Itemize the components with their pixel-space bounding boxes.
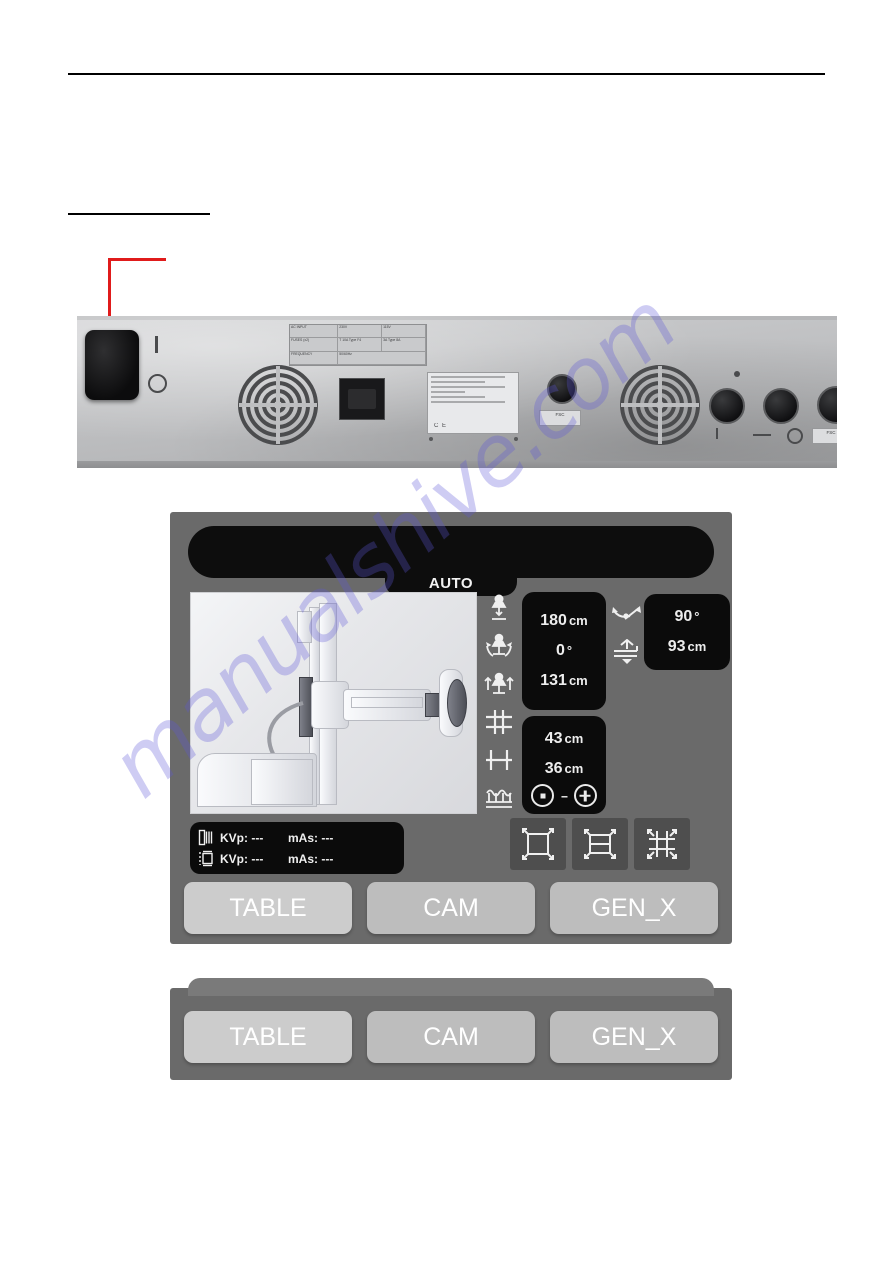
tab-table-detail[interactable]: TABLE	[184, 1011, 352, 1063]
collimator-format-3-button[interactable]	[634, 818, 690, 870]
circular-connector	[709, 388, 745, 424]
preview-tube-window	[447, 679, 467, 727]
callout-arrow-arm	[108, 258, 166, 261]
main-values-display: 180 cm 0 ° 131 cm	[522, 592, 606, 710]
fan-grille-icon	[237, 364, 319, 446]
stepper-dash: --	[560, 788, 568, 803]
plate-line	[431, 376, 505, 378]
tilt-angle-icon[interactable]	[610, 599, 644, 631]
kvp-label-1: KVp: ---	[220, 830, 264, 845]
mas-label-2: mAs: ---	[288, 851, 334, 866]
plate-line	[431, 396, 485, 398]
tube-rotation-icon[interactable]	[482, 630, 516, 662]
scatter-wave-icon[interactable]	[482, 782, 516, 814]
collimator-icon	[198, 829, 214, 846]
preview-arm-highlight	[351, 697, 423, 708]
connector-label: FSC	[539, 410, 581, 426]
rating-cell: 230V	[338, 325, 383, 339]
tube-lateral-icon[interactable]	[482, 668, 516, 700]
collimator-format-buttons	[510, 818, 690, 870]
rating-cell: AC INPUT	[290, 325, 339, 339]
panel-tab-row: TABLE CAM GEN_X	[184, 882, 718, 934]
tilt-values-display: 90 ° 93 cm	[644, 594, 730, 670]
preview-table-top	[251, 759, 313, 805]
connector-mark-o	[787, 428, 803, 444]
tab-row-detail-screenshot: TABLE CAM GEN_X	[170, 978, 732, 1080]
connector-label: FSC	[812, 428, 837, 444]
collimator-format-2-button[interactable]	[572, 818, 628, 870]
field-size-stepper: --	[522, 784, 606, 807]
mas-label-1: mAs: ---	[288, 830, 334, 845]
plate-screw	[514, 437, 518, 441]
kvp-label-2: KVp: ---	[220, 851, 264, 866]
rating-cell: 115V	[382, 325, 426, 339]
document-page: AC INPUT 230V 115V FUSES (x2) T 10A Type…	[0, 0, 893, 1263]
increase-button[interactable]	[573, 784, 597, 807]
rating-cell: FREQUENCY	[290, 351, 339, 365]
header-rule	[68, 73, 825, 75]
value-field-height: 36 cm	[544, 760, 584, 777]
power-on-mark-icon	[155, 336, 158, 353]
power-switch	[85, 330, 139, 400]
value-sid: 180 cm	[540, 612, 588, 629]
tab-gen-x-detail[interactable]: GEN_X	[550, 1011, 718, 1063]
value-tilt-angle: 90 °	[674, 608, 700, 625]
bucky-grid-icon[interactable]	[482, 706, 516, 738]
connector-mark-i	[716, 428, 718, 439]
panel-tab-row-detail: TABLE CAM GEN_X	[184, 1011, 718, 1063]
photo-bottom-edge	[77, 461, 837, 468]
rating-cell: T 10A Type F4	[338, 338, 383, 352]
detector-icon	[198, 850, 214, 867]
decrease-button[interactable]	[531, 784, 555, 807]
ac-power-inlet	[339, 378, 385, 420]
specification-plate: C E	[427, 372, 519, 434]
circular-connector	[547, 374, 577, 404]
rating-cell: 3A Type 8A	[382, 338, 426, 352]
tab-table[interactable]: TABLE	[184, 882, 352, 934]
indicator-led	[734, 371, 740, 377]
value-tilt-height: 93 cm	[667, 638, 707, 655]
plate-line	[431, 381, 485, 383]
rating-cell: 50/60Hz	[338, 351, 426, 365]
detail-panel-top-edge	[188, 978, 714, 996]
machine-preview-image	[190, 592, 477, 814]
exposure-row: KVp: --- mAs: ---	[198, 850, 396, 867]
plate-line	[431, 391, 465, 393]
tab-cam[interactable]: CAM	[367, 882, 535, 934]
ac-inlet-pins	[348, 389, 376, 409]
section-heading-rule	[68, 213, 210, 215]
rating-cell: FUSES (x2)	[290, 338, 339, 352]
plate-line	[431, 386, 505, 388]
exposure-readout: KVp: --- mAs: --- KVp: --- mAs: ---	[190, 822, 404, 874]
tilt-icon-column	[610, 596, 644, 670]
exposure-row: KVp: --- mAs: ---	[198, 829, 396, 846]
rear-panel-photo: AC INPUT 230V 115V FUSES (x2) T 10A Type…	[77, 316, 837, 468]
power-off-mark-icon	[148, 374, 167, 393]
minus-icon	[540, 793, 546, 798]
vertical-travel-icon[interactable]	[610, 636, 644, 668]
value-height: 131 cm	[540, 672, 588, 689]
preview-column-top	[297, 611, 312, 643]
tab-gen-x[interactable]: GEN_X	[550, 882, 718, 934]
table-bucky-icon[interactable]	[482, 744, 516, 776]
control-panel-screenshot: AUTO 180 cm 0 ° 131 cm 43 cm 36 cm -- 90…	[170, 512, 732, 944]
rating-label: AC INPUT 230V 115V FUSES (x2) T 10A Type…	[289, 324, 427, 366]
value-field-width: 43 cm	[544, 730, 584, 747]
circular-connector	[763, 388, 799, 424]
value-rotation: 0 °	[555, 642, 573, 659]
sid-height-icon[interactable]	[482, 592, 516, 624]
collimator-format-1-button[interactable]	[510, 818, 566, 870]
plate-line	[431, 401, 505, 403]
tab-cam-detail[interactable]: CAM	[367, 1011, 535, 1063]
plate-screw	[429, 437, 433, 441]
connector-mark-line	[753, 434, 771, 436]
secondary-values-display: 43 cm 36 cm --	[522, 716, 606, 814]
fan-grille-icon	[619, 364, 701, 446]
ce-mark-icon: C E	[434, 423, 448, 429]
callout-arrow-stem	[108, 258, 111, 320]
parameter-icon-column	[480, 592, 518, 814]
